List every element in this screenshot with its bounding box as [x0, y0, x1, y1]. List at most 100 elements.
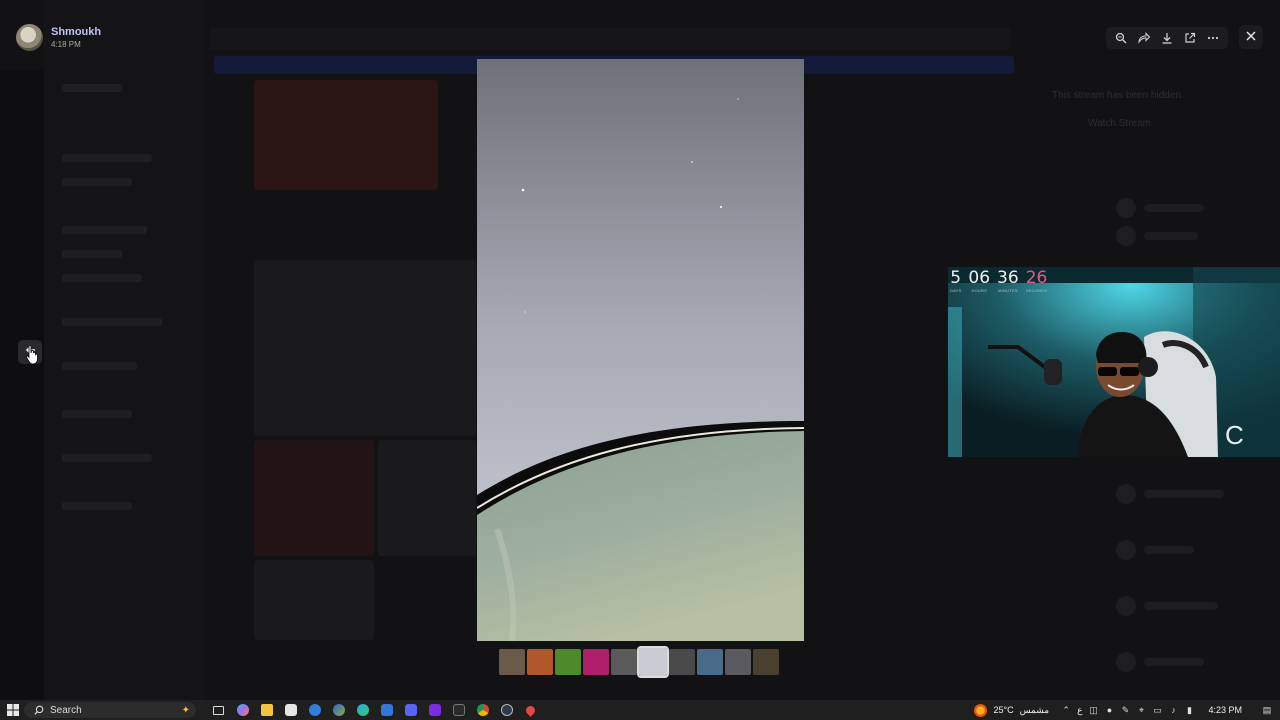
channel-list [44, 0, 204, 700]
countdown-timer: 5 DAYS 06 HOURS 36 MINUTES 26 SECONDS [950, 268, 1047, 293]
timer-value: 06 [968, 268, 991, 288]
battery-icon[interactable]: ▮ [1184, 705, 1194, 715]
thumbnail[interactable] [669, 649, 695, 675]
weather-icon[interactable] [974, 703, 988, 717]
member-avatar [1116, 596, 1136, 616]
thumbnail[interactable] [527, 649, 553, 675]
timer-label: MINUTES [998, 288, 1018, 293]
app-icon[interactable] [330, 702, 347, 719]
weather-temp[interactable]: 25°C [993, 705, 1013, 715]
task-view-icon[interactable] [210, 702, 227, 719]
timer-label: DAYS [950, 288, 962, 293]
weather-desc[interactable]: مشمس [1020, 705, 1050, 716]
thumbnail[interactable] [499, 649, 525, 675]
channel-row [62, 250, 122, 258]
webcam-overlay: C 5 DAYS 06 HOURS 36 MINUTES 26 SECONDS [948, 267, 1280, 457]
channel-row [62, 454, 152, 462]
file-explorer-icon[interactable] [258, 702, 275, 719]
channel-row [62, 226, 147, 234]
thumbnail[interactable] [611, 649, 637, 675]
app-tray-icon[interactable]: ◫ [1088, 705, 1098, 715]
chrome-icon[interactable] [474, 702, 491, 719]
channel-row [62, 502, 132, 510]
member-name [1144, 658, 1204, 666]
microphone-icon[interactable]: ● [1104, 705, 1114, 715]
member-avatar [1116, 198, 1136, 218]
discord-icon[interactable] [402, 702, 419, 719]
pen-icon[interactable]: ✎ [1120, 705, 1130, 715]
timer-value: 5 [950, 268, 962, 288]
store-icon[interactable] [282, 702, 299, 719]
member-name [1144, 204, 1204, 212]
more-icon[interactable] [1204, 29, 1222, 47]
taskbar-search[interactable]: Search ✦ [24, 702, 196, 718]
webcam-video: C [948, 267, 1280, 457]
sparkle-icon: ✦ [181, 704, 190, 716]
zoom-icon[interactable] [1112, 29, 1130, 47]
close-icon [1246, 28, 1256, 46]
thumbnail-strip [499, 646, 779, 678]
thumbnail[interactable] [583, 649, 609, 675]
timer-label: SECONDS [1025, 288, 1048, 293]
media-toolbar [1106, 27, 1228, 49]
volume-icon[interactable]: ♪ [1168, 705, 1178, 715]
channel-row [62, 274, 142, 282]
uploader-info: Shmoukh 4:18 PM [16, 24, 101, 51]
uploader-meta: Shmoukh 4:18 PM [51, 26, 101, 50]
network-icon[interactable]: ▭ [1152, 705, 1162, 715]
steam-icon[interactable] [498, 702, 515, 719]
thumbnail[interactable] [725, 649, 751, 675]
main-image[interactable] [477, 59, 804, 641]
thumbnail[interactable] [697, 649, 723, 675]
language-indicator[interactable]: ع [1077, 705, 1082, 716]
stream-tile [254, 440, 374, 556]
chevron-up-icon[interactable]: ⌃ [1061, 705, 1071, 715]
system-tray: 25°C مشمس ⌃ ع ◫ ● ✎ ⌖ ▭ ♪ ▮ 4:23 PM ▤ [974, 700, 1280, 720]
pinned-apps [210, 702, 539, 719]
obs-icon[interactable] [426, 702, 443, 719]
channel-row [62, 84, 122, 92]
stream-tile [254, 260, 476, 436]
timer-unit: 5 DAYS [950, 268, 961, 293]
member-avatar [1116, 652, 1136, 672]
member-avatar [1116, 484, 1136, 504]
taskbar: Search ✦ 25°C مشمس ⌃ ع ◫ ● ✎ ⌖ ▭ ♪ ▮ 4:2… [0, 700, 1280, 720]
thumbnail[interactable] [753, 649, 779, 675]
screen: This stream has been hidden. Watch Strea… [0, 0, 1280, 720]
thumbnail[interactable] [637, 646, 669, 678]
thumbnail[interactable] [555, 649, 581, 675]
channel-row [62, 318, 162, 326]
channel-row [62, 178, 132, 186]
forward-icon[interactable] [1135, 29, 1153, 47]
maps-icon[interactable] [522, 702, 539, 719]
timer-value: 36 [997, 268, 1019, 288]
timer-label: HOURS [971, 288, 987, 293]
channel-row [62, 362, 137, 370]
edge-icon[interactable] [354, 702, 371, 719]
member-avatar [1116, 540, 1136, 560]
start-button[interactable] [4, 701, 22, 719]
clock[interactable]: 4:23 PM [1208, 705, 1242, 715]
timer-unit: 36 MINUTES [997, 268, 1019, 293]
terminal-icon[interactable] [450, 702, 467, 719]
edge-dev-icon[interactable] [306, 702, 323, 719]
vscode-icon[interactable] [378, 702, 395, 719]
member-name [1144, 546, 1194, 554]
server-list [0, 70, 44, 700]
search-icon [34, 705, 44, 715]
channel-row [62, 410, 132, 418]
notification-icon[interactable]: ▤ [1262, 705, 1272, 715]
uploader-name[interactable]: Shmoukh [51, 26, 101, 39]
stream-tile [378, 440, 476, 556]
channel-row [62, 154, 152, 162]
watch-stream-button: Watch Stream [1088, 118, 1151, 129]
open-original-icon[interactable] [1181, 29, 1199, 47]
copilot-icon[interactable] [234, 702, 251, 719]
stream-hidden-text: This stream has been hidden. [1052, 90, 1184, 101]
close-button[interactable] [1239, 25, 1263, 49]
timer-unit: 06 HOURS [968, 268, 990, 293]
search-label: Search [50, 704, 82, 716]
avatar[interactable] [16, 24, 43, 51]
location-icon[interactable]: ⌖ [1136, 705, 1146, 715]
download-icon[interactable] [1158, 29, 1176, 47]
